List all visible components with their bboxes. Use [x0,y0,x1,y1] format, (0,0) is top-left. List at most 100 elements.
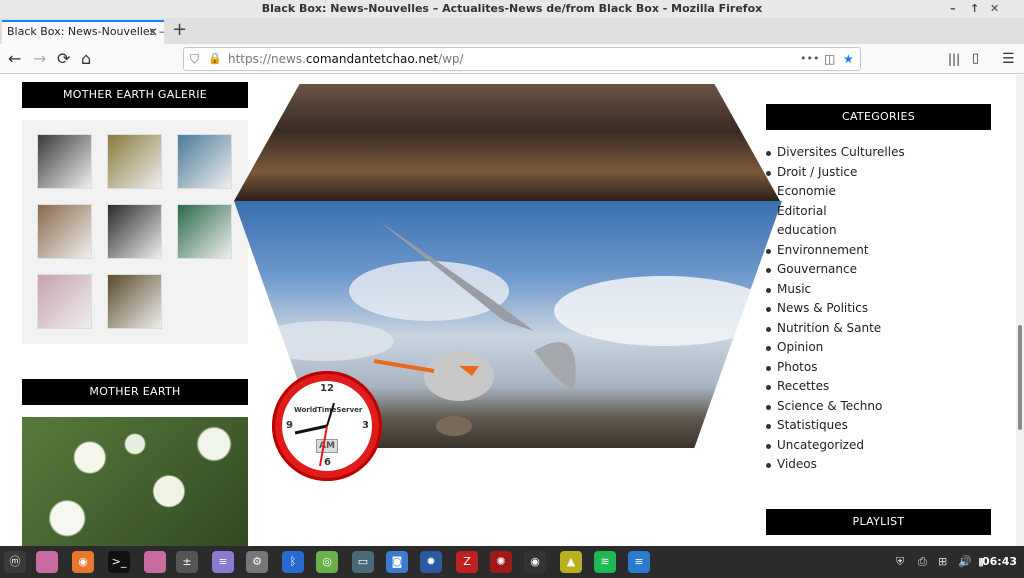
back-button[interactable]: ← [8,48,21,70]
category-link[interactable]: Statistiques [766,416,905,436]
category-link[interactable]: Diversites Culturelles [766,143,905,163]
minimize-button[interactable]: – [950,0,956,18]
menu-icon[interactable]: ☰ [1002,48,1015,70]
gallery-thumb-pelicans[interactable] [107,204,162,259]
reload-button[interactable]: ⟳ [57,48,70,70]
bullet-icon [766,268,771,273]
taskbar-terminal-icon[interactable]: >_ [108,551,130,573]
url-scheme: https://news. [228,52,306,66]
taskbar-files-icon[interactable] [144,551,166,573]
lock-icon[interactable]: 🔒 [208,48,222,70]
category-label: Diversites Culturelles [777,145,905,159]
page-actions-icon[interactable]: ••• [800,48,819,70]
category-link[interactable]: Environnement [766,241,905,261]
bullet-icon [766,170,771,176]
tray-icon[interactable]: ⛨ [896,546,904,578]
sidebar-icon[interactable]: ▯ [972,48,979,70]
taskbar-reels-icon[interactable]: ◉ [524,551,546,573]
scrollbar-thumb[interactable] [1018,325,1022,430]
library-icon[interactable]: ||| [948,48,960,70]
clock-face: 12 3 6 9 WorldTimeServer AM [282,381,372,471]
taskbar-files-pink-icon[interactable] [36,551,58,573]
taskbar-spotify-icon[interactable]: ≋ [594,551,616,573]
gallery-thumb-heron-water[interactable] [177,134,232,189]
taskbar-calculator-icon[interactable]: ± [176,551,198,573]
category-label: Recettes [777,379,830,393]
category-label: Uncategorized [777,437,864,452]
clock-time[interactable]: 06:43 [982,546,1017,578]
taskbar-firefox-icon[interactable]: ◉ [72,551,94,573]
category-label: Droit / Justice [777,164,858,179]
bullet-icon [766,346,771,351]
tray-icon[interactable]: 🔊 [958,546,972,578]
category-label: Editorial [777,203,827,218]
category-label: Science & Techno [777,398,883,413]
category-link[interactable]: Music [766,280,905,300]
taskbar-image-viewer-icon[interactable]: ▲ [560,551,582,573]
taskbar-text-editor-icon[interactable]: ≡ [212,551,234,573]
category-label: Opinion [777,340,824,354]
category-link[interactable]: Gouvernance [766,260,905,280]
tab-close-icon[interactable]: ✕ [148,22,158,42]
taskbar-filezilla-icon[interactable]: Z [456,551,478,573]
category-link[interactable]: Recettes [766,377,905,397]
category-link[interactable]: Editorial [766,202,905,222]
category-label: Photos [777,359,818,374]
page-scrollbar[interactable] [1016,75,1024,546]
tab-bar: Black Box: News-Nouvelles – A ✕ + [0,18,1024,44]
bullet-icon [766,248,771,254]
shield-icon[interactable]: ⛉ [190,48,199,70]
gallery-thumb-mandarin-duck[interactable] [107,274,162,329]
tray-icon[interactable]: ⎙ [918,546,927,578]
gallery-thumb-waterfall[interactable] [37,134,92,189]
category-label: Music [777,281,812,296]
tray-icon[interactable]: ▮ [978,546,984,578]
taskbar-settings-icon[interactable]: ⚙ [246,551,268,573]
gallery-thumb-stork[interactable] [37,204,92,259]
forward-button[interactable]: → [33,48,46,70]
slider-top-face-image[interactable] [234,84,780,201]
url-domain: comandantetchao.net [305,52,439,66]
world-clock-widget[interactable]: 12 3 6 9 WorldTimeServer AM [272,371,382,481]
taskbar-notes-icon[interactable]: ≡ [628,551,650,573]
category-link[interactable]: Economie [766,182,905,202]
category-link[interactable]: Photos [766,358,905,378]
gallery-thumb-flamingos[interactable] [37,274,92,329]
bullet-icon [766,326,771,332]
taskbar-gear-blue-icon[interactable]: ✹ [420,551,442,573]
category-link[interactable]: News & Politics [766,299,905,319]
category-link[interactable]: education [766,221,905,241]
category-link[interactable]: Opinion [766,338,905,358]
tab-black-box[interactable]: Black Box: News-Nouvelles – A ✕ [2,20,164,44]
gallery-title: MOTHER EARTH GALERIE [22,82,248,108]
url-bar[interactable]: ⛉ 🔒 https://news.comandantetchao.net/wp/… [183,47,861,71]
gallery-thumb-peacock[interactable] [177,204,232,259]
tab-label: Black Box: News-Nouvelles – A [7,25,164,38]
bullet-icon [766,424,771,429]
category-link[interactable]: Science & Techno [766,397,905,417]
bullet-icon [766,385,771,390]
url-path: /wp/ [438,52,464,66]
taskbar-menu-icon[interactable]: ⓜ [4,551,26,573]
mother-earth-image[interactable] [22,417,248,546]
taskbar-screenshot-icon[interactable]: ◙ [386,551,408,573]
gallery-thumb-field-birds[interactable] [107,134,162,189]
category-link[interactable]: Uncategorized [766,436,905,456]
taskbar-red-app-icon[interactable]: ✺ [490,551,512,573]
close-window-button[interactable]: ✕ [990,0,999,18]
category-link[interactable]: Droit / Justice [766,163,905,183]
pocket-icon[interactable]: ◫ [824,48,835,70]
bookmark-star-icon[interactable]: ★ [843,48,854,70]
category-link[interactable]: Videos [766,455,905,475]
mother-earth-title: MOTHER EARTH [22,379,248,405]
category-label: News & Politics [777,301,869,315]
taskbar-network-icon[interactable]: ◎ [316,551,338,573]
maximize-button[interactable]: ↑ [970,0,979,18]
bullet-icon [766,463,771,468]
taskbar-display-icon[interactable]: ▭ [352,551,374,573]
new-tab-button[interactable]: + [172,20,187,40]
taskbar-bluetooth-icon[interactable]: ᛒ [282,551,304,573]
tray-icon[interactable]: ⊞ [938,546,947,578]
home-button[interactable]: ⌂ [81,48,91,70]
category-link[interactable]: Nutrition & Sante [766,319,905,339]
